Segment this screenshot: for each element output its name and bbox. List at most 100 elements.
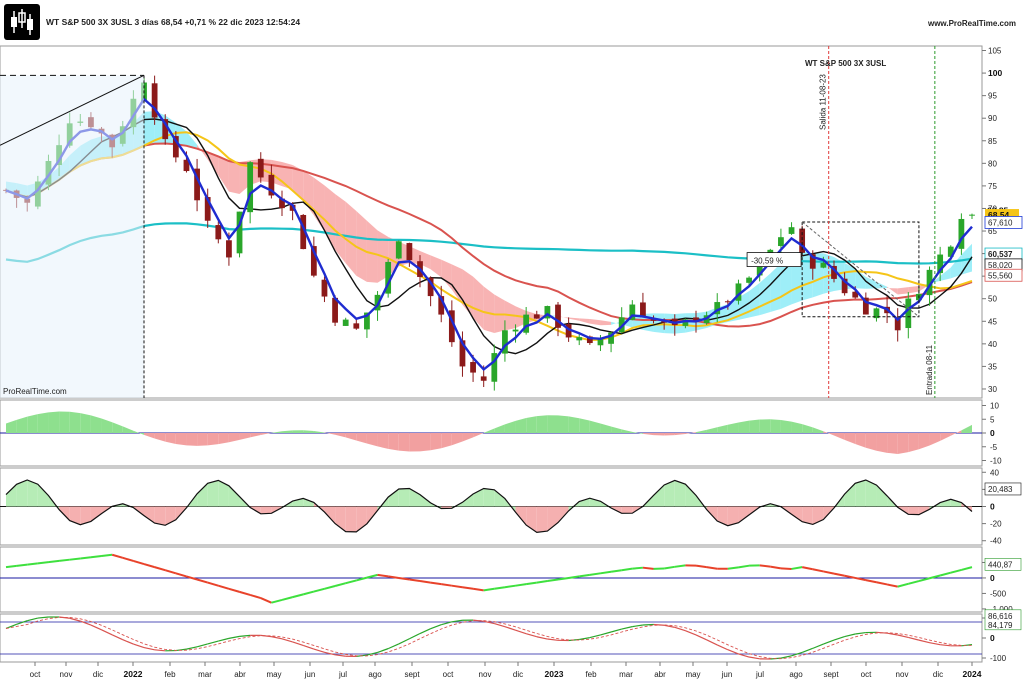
candle xyxy=(395,240,402,260)
y-tick-label: 40 xyxy=(988,340,997,349)
candle-body xyxy=(321,279,328,297)
oscillator-area xyxy=(674,480,686,507)
y-tick-label: 80 xyxy=(988,159,997,168)
candle-body xyxy=(512,329,519,332)
momentum-area xyxy=(27,414,38,433)
x-axis-label: feb xyxy=(585,670,597,679)
value-label: 60,537 xyxy=(988,250,1013,259)
x-axis-label: nov xyxy=(896,670,909,679)
cumulative-line-segment xyxy=(90,554,102,559)
momentum-area xyxy=(420,433,431,452)
oscillator-area xyxy=(260,506,272,514)
x-axis-label: oct xyxy=(861,670,872,679)
cumulative-line-segment xyxy=(48,559,60,564)
x-axis-label: sept xyxy=(404,670,420,679)
candle-body xyxy=(480,376,487,381)
candle-body xyxy=(247,162,254,213)
y-tick-label: 0 xyxy=(990,573,995,583)
cumulative-line-segment xyxy=(58,558,70,562)
cumulative-line-segment xyxy=(27,562,38,566)
momentum-area xyxy=(738,420,750,433)
momentum-area xyxy=(749,419,760,433)
x-axis-label: oct xyxy=(443,670,454,679)
x-axis-label: mar xyxy=(619,670,633,679)
candle-body xyxy=(555,304,561,328)
momentum-area xyxy=(186,433,198,446)
candle-body xyxy=(226,240,232,258)
candle xyxy=(799,225,806,256)
candle-body xyxy=(342,319,349,326)
y-tick-label: 0 xyxy=(990,428,995,438)
oscillator-area xyxy=(621,506,633,514)
history-shade xyxy=(0,75,144,398)
oscillator-area xyxy=(855,479,866,507)
ichimoku-cloud-segment xyxy=(356,210,367,282)
candle xyxy=(958,213,965,255)
ichimoku-cloud-segment xyxy=(228,161,240,195)
candle-body xyxy=(470,362,476,373)
x-axis-label: abr xyxy=(654,670,666,679)
candle-body xyxy=(215,225,222,240)
momentum-area xyxy=(770,419,781,433)
x-axis-label: nov xyxy=(60,670,73,679)
momentum-area xyxy=(292,430,304,433)
x-axis-label: jul xyxy=(338,670,347,679)
y-tick-label: 0 xyxy=(990,502,995,512)
momentum-area xyxy=(547,415,558,433)
x-axis-label: jun xyxy=(304,670,316,679)
y-tick-label: 0 xyxy=(990,633,995,643)
y-tick-label: 95 xyxy=(988,92,997,101)
y-tick-label: 50 xyxy=(988,295,997,304)
x-axis-label: 2022 xyxy=(124,669,143,679)
oscillator-area xyxy=(154,506,166,526)
ichimoku-cloud-segment xyxy=(345,201,357,276)
candle-body xyxy=(533,314,540,319)
oscillator-area xyxy=(207,480,219,507)
momentum-area xyxy=(80,413,91,433)
x-axis-label: feb xyxy=(164,670,176,679)
momentum-area xyxy=(197,433,208,446)
entry-signal-label: Entrada 08-11 xyxy=(925,344,934,395)
oscillator-value: 20,483 xyxy=(988,485,1013,494)
x-axis-label: jun xyxy=(721,670,733,679)
momentum-area xyxy=(558,415,569,433)
panel-frame-3 xyxy=(0,546,983,613)
momentum-area xyxy=(664,433,675,436)
y-tick-label: 100 xyxy=(988,68,1002,78)
value-label: 67,610 xyxy=(988,218,1013,227)
cumulative-line-segment xyxy=(80,556,92,560)
momentum-area xyxy=(653,433,665,436)
x-axis-label: dic xyxy=(513,670,523,679)
momentum-area xyxy=(908,433,919,453)
oscillator-area xyxy=(398,488,410,507)
ichimoku-cloud-segment xyxy=(897,287,909,295)
candle-body xyxy=(576,337,583,341)
x-axis-label: dic xyxy=(93,670,103,679)
momentum-area xyxy=(568,416,580,433)
oscillator-area xyxy=(483,488,495,507)
momentum-area xyxy=(897,433,909,454)
x-axis-label: sept xyxy=(823,670,839,679)
y-tick-label: -10 xyxy=(990,457,1002,466)
momentum-area xyxy=(876,433,888,453)
x-axis-label: ago xyxy=(368,670,382,679)
momentum-area xyxy=(887,433,898,454)
candle-body xyxy=(778,237,784,247)
stochastic-value-2: 84,179 xyxy=(988,621,1013,630)
y-tick-label: -40 xyxy=(990,537,1002,546)
stochastic-line-segment xyxy=(642,623,654,626)
candle-body xyxy=(905,298,912,329)
momentum-area xyxy=(207,433,219,446)
stock-chart[interactable]: -30,59 % Salida 11-08-23 Entrada 08-11 WT S… xyxy=(0,0,1024,683)
momentum-area xyxy=(69,411,81,433)
x-axis-label: 2023 xyxy=(545,669,564,679)
momentum-area xyxy=(48,411,60,433)
cumulative-line-segment xyxy=(674,564,686,568)
y-tick-label: -20 xyxy=(990,520,1002,529)
momentum-area xyxy=(218,433,229,445)
oscillator-area xyxy=(345,506,357,532)
momentum-area xyxy=(536,415,548,433)
momentum-area xyxy=(759,419,771,433)
candle-body xyxy=(597,339,604,346)
chart-credit: ProRealTime.com xyxy=(3,387,67,396)
